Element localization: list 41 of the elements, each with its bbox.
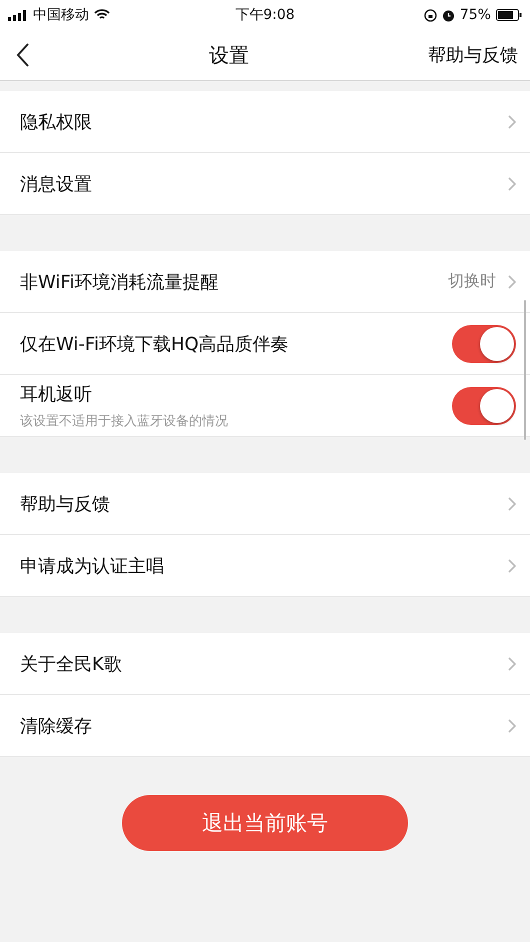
chevron-right-icon bbox=[508, 176, 516, 190]
settings-row[interactable]: 耳机返听 该设置不适用于接入蓝牙设备的情况 bbox=[0, 375, 530, 437]
settings-row[interactable]: 清除缓存 bbox=[0, 695, 530, 757]
chevron-right-icon bbox=[508, 656, 516, 670]
logout-button[interactable]: 退出当前账号 bbox=[122, 795, 408, 851]
settings-row[interactable]: 关于全民K歌 bbox=[0, 633, 530, 695]
settings-row[interactable]: 帮助与反馈 bbox=[0, 473, 530, 535]
chevron-right-icon bbox=[508, 114, 516, 128]
row-hint: 该设置不适用于接入蓝牙设备的情况 bbox=[20, 412, 228, 430]
row-label: 非WiFi环境消耗流量提醒 bbox=[20, 270, 218, 294]
chevron-right-icon bbox=[508, 718, 516, 732]
chevron-right-icon bbox=[508, 558, 516, 572]
carrier-name: 中国移动 bbox=[33, 6, 89, 24]
row-label: 申请成为认证主唱 bbox=[20, 554, 164, 578]
settings-row[interactable]: 申请成为认证主唱 bbox=[0, 535, 530, 597]
alarm-icon bbox=[442, 8, 455, 22]
row-label: 隐私权限 bbox=[20, 110, 92, 134]
chevron-right-icon bbox=[508, 274, 516, 288]
row-value: 切换时 bbox=[448, 271, 496, 292]
help-feedback-link[interactable]: 帮助与反馈 bbox=[428, 43, 518, 67]
toggle-switch[interactable] bbox=[452, 386, 516, 424]
row-label: 清除缓存 bbox=[20, 714, 92, 738]
row-label: 仅在Wi-Fi环境下载HQ高品质伴奏 bbox=[20, 332, 289, 356]
status-time: 下午9:08 bbox=[235, 6, 295, 24]
toggle-switch[interactable] bbox=[452, 324, 516, 362]
row-label: 耳机返听 bbox=[20, 382, 93, 406]
row-label: 关于全民K歌 bbox=[20, 652, 122, 676]
row-label: 消息设置 bbox=[20, 172, 92, 196]
back-icon[interactable] bbox=[16, 43, 30, 67]
signal-icon bbox=[8, 10, 28, 20]
settings-row[interactable]: 非WiFi环境消耗流量提醒 切换时 bbox=[0, 251, 530, 313]
rotation-lock-icon bbox=[424, 8, 437, 22]
settings-row[interactable]: 隐私权限 bbox=[0, 91, 530, 153]
wifi-icon bbox=[94, 9, 110, 21]
page-title: 设置 bbox=[209, 42, 249, 68]
battery-percent: 75% bbox=[460, 7, 491, 23]
chevron-right-icon bbox=[508, 496, 516, 510]
battery-icon bbox=[496, 9, 522, 21]
settings-row[interactable]: 消息设置 bbox=[0, 153, 530, 215]
row-label: 帮助与反馈 bbox=[20, 492, 110, 516]
settings-row[interactable]: 仅在Wi-Fi环境下载HQ高品质伴奏 bbox=[0, 313, 530, 375]
